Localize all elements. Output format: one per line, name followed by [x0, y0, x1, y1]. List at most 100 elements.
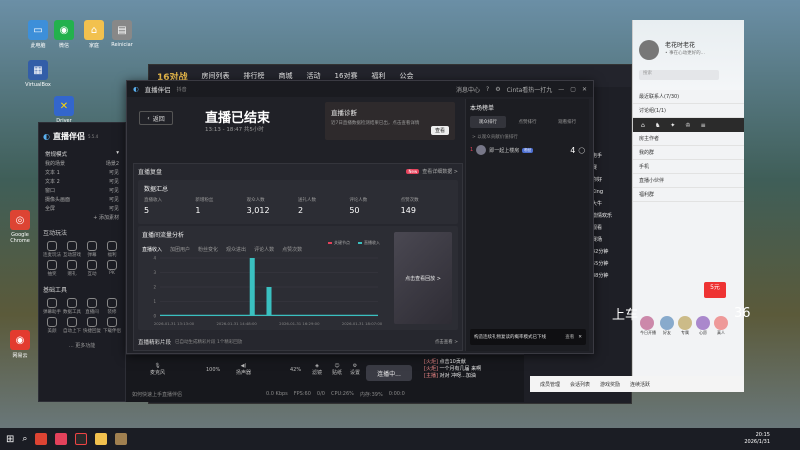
speaker-control[interactable]: ◀) 扬声器: [236, 363, 251, 376]
search-icon[interactable]: ⌕: [22, 434, 27, 444]
detail-data-link[interactable]: 查看详细数据 >: [422, 169, 458, 175]
avatar[interactable]: [639, 40, 659, 60]
gift-icon[interactable]: ✦: [670, 122, 675, 129]
gift-item[interactable]: 专属: [678, 316, 692, 336]
windows-start-icon[interactable]: ⊞: [6, 434, 14, 445]
interact-item[interactable]: 福利: [103, 241, 121, 258]
app-icon[interactable]: [55, 433, 68, 445]
tool-item[interactable]: 自动上下: [63, 317, 81, 334]
interact-item[interactable]: 连麦玩法: [43, 241, 61, 258]
interact-item[interactable]: 抽奖: [43, 260, 61, 277]
interact-item[interactable]: 互动游戏: [63, 241, 81, 258]
game-icon[interactable]: [95, 433, 108, 445]
back-button[interactable]: ‹ 返回: [139, 111, 173, 125]
source-item[interactable]: 全屏 可见: [39, 204, 125, 213]
qq-list-item[interactable]: 直播小伙伴: [633, 174, 744, 188]
message-center-button[interactable]: 消息中心: [456, 85, 480, 94]
menu-icon[interactable]: ≡: [701, 122, 706, 129]
ranking-tab[interactable]: 观看排行: [549, 116, 585, 128]
bottom-list-item[interactable]: 游戏奖励: [600, 381, 620, 388]
mic-volume-value[interactable]: 100%: [206, 367, 220, 373]
maximize-icon[interactable]: ▢: [570, 86, 576, 93]
tool-item[interactable]: 美颜: [43, 317, 61, 334]
close-icon[interactable]: ✕: [578, 335, 582, 340]
home-icon[interactable]: ⌂: [641, 122, 645, 129]
metric-tab[interactable]: 观众进出: [226, 246, 246, 253]
interact-item[interactable]: 互动: [83, 260, 101, 277]
filter-button[interactable]: ◈ 滤镜: [312, 363, 322, 376]
metric-tab[interactable]: 直播收入: [142, 246, 162, 253]
microphone-control[interactable]: 🎙 麦克风: [150, 363, 165, 376]
metric-tab[interactable]: 加团用户: [170, 246, 190, 253]
tool-item[interactable]: 弹幕助手: [43, 298, 61, 315]
ranking-tab[interactable]: 点赞排行: [510, 116, 546, 128]
source-item[interactable]: 文本 1 可见: [39, 168, 125, 177]
interact-item[interactable]: 赠礼: [63, 260, 81, 277]
qq-list-item[interactable]: 福利群: [633, 188, 744, 202]
qq-list-item[interactable]: 我的群: [633, 146, 744, 160]
comment-icon[interactable]: ◯: [578, 147, 585, 154]
bottom-list-item[interactable]: 连续活跃: [630, 381, 650, 388]
replay-thumbnail[interactable]: 点击查看回放 >: [394, 232, 452, 324]
speaker-volume-value[interactable]: 42%: [290, 367, 301, 373]
metric-tab[interactable]: 评论人数: [254, 246, 274, 253]
desktop-icon-driver[interactable]: ✕ Driver: [46, 96, 82, 124]
tool-item[interactable]: 快捷回复: [83, 317, 101, 334]
settings-button[interactable]: ⚙ 设置: [350, 363, 360, 376]
toast-view-button[interactable]: 查看: [565, 334, 574, 340]
interact-item[interactable]: PK: [103, 260, 121, 277]
mode-select[interactable]: 常规模式 ▾: [39, 149, 125, 159]
live-assistant-icon[interactable]: [75, 433, 88, 445]
chrome-icon[interactable]: [35, 433, 48, 445]
qq-list-item[interactable]: 讨论组(1/1): [633, 104, 744, 118]
tool-item[interactable]: 数据工具: [63, 298, 81, 315]
qq-list-item[interactable]: 最近联系人(7/30): [633, 90, 744, 104]
tool-item[interactable]: 直播间: [83, 298, 101, 315]
trophy-icon[interactable]: ♔: [685, 122, 690, 129]
scene-tab[interactable]: 场景2: [106, 160, 119, 167]
chat-line: 38分钟: [592, 273, 609, 279]
gift-item[interactable]: 心愿: [696, 316, 710, 336]
folder-icon[interactable]: [115, 433, 128, 445]
qq-list-item[interactable]: 房主作者: [633, 132, 744, 146]
more-features-link[interactable]: … 更多功能: [39, 336, 125, 351]
source-item[interactable]: 文本 2 可见: [39, 177, 125, 186]
desktop-icon-virtualbox[interactable]: ▦ VirtualBox: [20, 60, 56, 88]
promo-badge[interactable]: 5元: [704, 282, 726, 298]
bottom-list-item[interactable]: 会话列表: [570, 381, 590, 388]
add-source-button[interactable]: + 添加素材: [39, 213, 125, 222]
user-name[interactable]: Cinta看热一打九: [507, 85, 553, 94]
desktop-icon-reiniciar[interactable]: ▤ Reiniciar: [104, 20, 140, 48]
start-live-button[interactable]: 连播中...: [366, 365, 412, 381]
gift-item[interactable]: 好友: [660, 316, 674, 336]
game-icon[interactable]: ♞: [655, 122, 660, 129]
file-icon: ▤: [112, 20, 132, 40]
help-icon[interactable]: ?: [486, 86, 489, 93]
metric-tab[interactable]: 粉丝变化: [198, 246, 218, 253]
diagnosis-view-button[interactable]: 查看: [430, 126, 449, 135]
metric-tab[interactable]: 点赞次数: [282, 246, 302, 253]
source-item[interactable]: 摄像头画面 可见: [39, 195, 125, 204]
ranking-row[interactable]: 1 即一起上楼房 粉丝 4 ◯: [466, 143, 589, 157]
tool-item[interactable]: 下载伴侣: [103, 317, 121, 334]
highlights-link[interactable]: 点击查看 >: [435, 339, 458, 345]
interact-item[interactable]: 弹幕: [83, 241, 101, 258]
sticker-button[interactable]: ☺ 贴纸: [332, 363, 342, 376]
chat-line: 赛场: [592, 237, 603, 243]
gear-icon[interactable]: ⚙: [495, 86, 500, 93]
desktop-icon-chrome[interactable]: ◎ Google Chrome: [2, 210, 38, 244]
ranking-tab[interactable]: 观众排行: [470, 116, 506, 128]
scene-tab[interactable]: 我的场景: [45, 160, 65, 167]
gift-item[interactable]: 真人: [714, 316, 728, 336]
desktop-icon-netease[interactable]: ◉ 网易云: [2, 330, 38, 359]
qq-search-input[interactable]: 搜索: [639, 70, 719, 80]
source-item[interactable]: 窗口 可见: [39, 186, 125, 195]
minimize-icon[interactable]: —: [558, 86, 564, 93]
gift-item[interactable]: 今日开播: [640, 316, 656, 336]
help-link[interactable]: 如何快速上手直播伴侣: [132, 391, 182, 398]
qq-list-item[interactable]: 手机: [633, 160, 744, 174]
assistant-title: 直播伴侣: [52, 131, 85, 141]
close-icon[interactable]: ✕: [582, 86, 587, 93]
system-clock[interactable]: 20:15 2026/1/31: [744, 432, 770, 446]
tool-item[interactable]: 装修: [103, 298, 121, 315]
